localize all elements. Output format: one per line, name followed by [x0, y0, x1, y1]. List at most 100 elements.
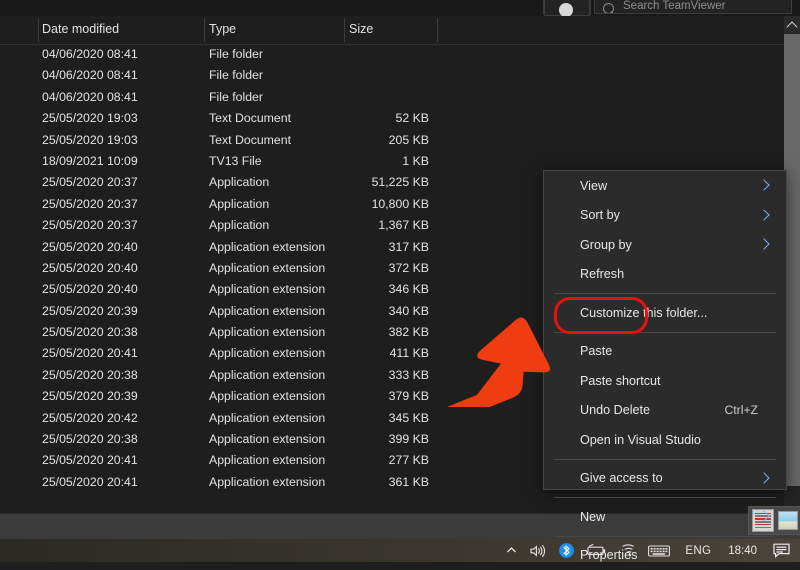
cell-date: 25/05/2020 20:38 — [42, 325, 138, 339]
menu-item-new[interactable]: New — [544, 502, 786, 532]
chevron-right-icon — [758, 238, 769, 249]
cell-type: Text Document — [209, 133, 291, 147]
scroll-up-button[interactable] — [784, 16, 800, 34]
cell-type: Application extension — [209, 475, 325, 489]
column-divider-2[interactable] — [344, 18, 345, 42]
cell-date: 18/09/2021 10:09 — [42, 154, 138, 168]
cell-date: 25/05/2020 20:37 — [42, 218, 138, 232]
column-header-date-modified[interactable]: Date modified — [42, 22, 119, 36]
menu-item-paste[interactable]: Paste — [544, 337, 786, 367]
cell-size: 277 KB — [349, 453, 429, 467]
cell-date: 04/06/2020 08:41 — [42, 47, 138, 61]
search-input[interactable]: Search TeamViewer — [594, 0, 792, 14]
show-hidden-icons-icon[interactable] — [499, 539, 524, 562]
column-divider-0[interactable] — [38, 18, 39, 42]
menu-item-label: Refresh — [580, 267, 624, 281]
cell-type: Application extension — [209, 368, 325, 382]
cell-date: 25/05/2020 20:38 — [42, 432, 138, 446]
cell-type: Application extension — [209, 261, 325, 275]
menu-item-label: Paste shortcut — [580, 374, 661, 388]
cell-size: 379 KB — [349, 389, 429, 403]
cell-size: 372 KB — [349, 261, 429, 275]
menu-item-properties[interactable]: Properties — [544, 541, 786, 570]
strip-divider-2 — [590, 0, 591, 15]
menu-item-label: Group by — [580, 238, 632, 252]
column-header-type[interactable]: Type — [209, 22, 236, 36]
chevron-up-icon — [786, 21, 797, 32]
cell-type: File folder — [209, 47, 263, 61]
menu-item-group-by[interactable]: Group by — [544, 230, 786, 260]
cell-type: Text Document — [209, 111, 291, 125]
table-row[interactable]: 04/06/2020 08:41File folder — [0, 66, 784, 87]
menu-item-customize-this-folder[interactable]: Customize this folder... — [544, 298, 786, 328]
cell-type: Application extension — [209, 346, 325, 360]
menu-separator — [554, 459, 776, 460]
cell-size: 333 KB — [349, 368, 429, 382]
column-header-bar: Date modified Type Size — [0, 16, 784, 45]
cell-type: Application extension — [209, 304, 325, 318]
cell-date: 25/05/2020 20:39 — [42, 304, 138, 318]
column-header-size[interactable]: Size — [349, 22, 373, 36]
menu-item-open-in-visual-studio[interactable]: Open in Visual Studio — [544, 425, 786, 455]
cell-date: 25/05/2020 20:41 — [42, 475, 138, 489]
menu-item-paste-shortcut[interactable]: Paste shortcut — [544, 366, 786, 396]
menu-item-label: Properties — [580, 548, 637, 562]
cell-type: Application extension — [209, 411, 325, 425]
table-row[interactable]: 04/06/2020 08:41 File folder — [0, 45, 784, 66]
cell-type: Application — [209, 218, 269, 232]
cell-type: File folder — [209, 90, 263, 104]
cell-size: 10,800 KB — [349, 197, 429, 211]
context-menu[interactable]: View Sort by Group by Refresh Customize this… — [543, 170, 787, 490]
menu-item-label: Undo Delete — [580, 403, 650, 417]
cell-date: 25/05/2020 20:40 — [42, 261, 138, 275]
chevron-right-icon — [758, 209, 769, 220]
cell-type: Application extension — [209, 325, 325, 339]
menu-item-undo-delete[interactable]: Undo Delete Ctrl+Z — [544, 396, 786, 426]
cell-size: 317 KB — [349, 240, 429, 254]
menu-separator — [554, 332, 776, 333]
cell-date: 25/05/2020 19:03 — [42, 111, 138, 125]
cell-type: Application — [209, 175, 269, 189]
search-placeholder: Search TeamViewer — [623, 0, 726, 12]
column-divider-3[interactable] — [437, 18, 438, 42]
table-row[interactable]: 04/06/2020 08:41File folder — [0, 88, 784, 109]
cell-size: 205 KB — [349, 133, 429, 147]
menu-item-label: Paste — [580, 344, 612, 358]
cell-date: 25/05/2020 20:39 — [42, 389, 138, 403]
chevron-right-icon — [758, 510, 769, 521]
menu-item-shortcut: Ctrl+Z — [724, 403, 758, 417]
cell-size: 346 KB — [349, 282, 429, 296]
menu-item-sort-by[interactable]: Sort by — [544, 201, 786, 231]
cell-size: 345 KB — [349, 411, 429, 425]
cell-size: 1 KB — [349, 154, 429, 168]
cell-type: Application extension — [209, 432, 325, 446]
menu-item-label: Customize this folder... — [580, 306, 707, 320]
menu-item-label: Open in Visual Studio — [580, 433, 701, 447]
table-row[interactable]: 25/05/2020 19:03 Text Document 205 KB — [0, 131, 784, 152]
cell-date: 25/05/2020 20:40 — [42, 282, 138, 296]
column-divider-1[interactable] — [204, 18, 205, 42]
cell-type: Application extension — [209, 389, 325, 403]
cell-date: 04/06/2020 08:41 — [42, 68, 138, 82]
menu-separator — [554, 497, 776, 498]
chevron-right-icon — [758, 179, 769, 190]
table-row[interactable]: 25/05/2020 19:03Text Document52 KB — [0, 109, 784, 130]
menu-separator — [554, 293, 776, 294]
ribbon-options-icon — [559, 3, 573, 17]
cell-date: 25/05/2020 20:37 — [42, 197, 138, 211]
menu-item-label: View — [580, 179, 607, 193]
cell-date: 25/05/2020 20:41 — [42, 453, 138, 467]
ribbon-options-button[interactable] — [544, 0, 590, 16]
menu-item-label: New — [580, 510, 605, 524]
cell-size: 1,367 KB — [349, 218, 429, 232]
cell-size: 340 KB — [349, 304, 429, 318]
menu-item-label: Give access to — [580, 471, 663, 485]
cell-type: TV13 File — [209, 154, 262, 168]
menu-item-give-access-to[interactable]: Give access to — [544, 464, 786, 494]
cell-date: 25/05/2020 19:03 — [42, 133, 138, 147]
cell-type: Application extension — [209, 240, 325, 254]
menu-item-refresh[interactable]: Refresh — [544, 260, 786, 290]
menu-item-view[interactable]: View — [544, 171, 786, 201]
chevron-right-icon — [758, 472, 769, 483]
cell-size: 399 KB — [349, 432, 429, 446]
